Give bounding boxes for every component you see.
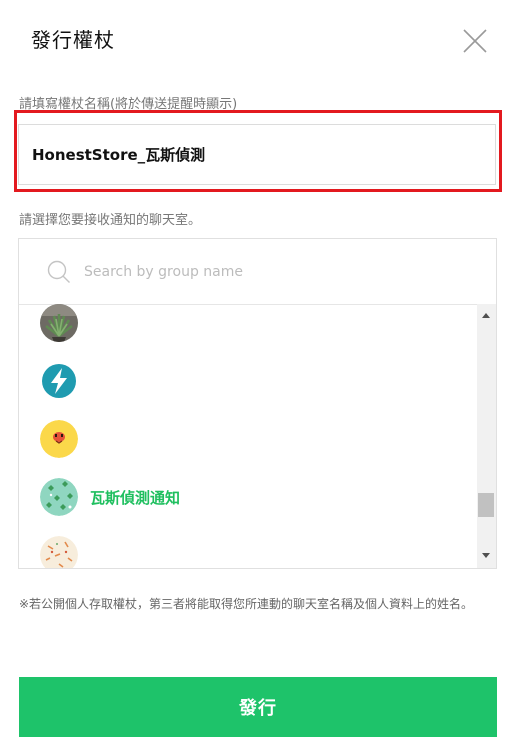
group-list-item[interactable] xyxy=(19,536,477,568)
token-name-label: 請填寫權杖名稱(將於傳送提醒時顯示) xyxy=(19,97,238,112)
group-search-bar xyxy=(19,239,496,305)
list-scrollbar[interactable] xyxy=(477,304,496,568)
scroll-thumb[interactable] xyxy=(478,493,494,517)
scroll-down-arrow-icon[interactable] xyxy=(482,553,490,558)
lightning-bolt-icon xyxy=(40,362,78,400)
token-name-input[interactable] xyxy=(19,125,495,184)
chat-select-label: 請選擇您要接收通知的聊天室。 xyxy=(19,213,202,228)
scroll-up-arrow-icon[interactable] xyxy=(482,313,490,318)
group-list: 瓦斯偵測通知 xyxy=(19,304,477,568)
group-list-item[interactable] xyxy=(19,362,477,420)
plant-photo-avatar xyxy=(40,304,78,342)
issue-button[interactable]: 發行 xyxy=(19,677,497,737)
cream-pattern-avatar xyxy=(40,536,78,568)
teal-leaf-avatar xyxy=(40,478,78,516)
token-name-field[interactable] xyxy=(18,124,496,185)
dialog-title: 發行權杖 xyxy=(31,28,115,52)
privacy-notice: ※若公開個人存取權杖，第三者將能取得您所連動的聊天室名稱及個人資料上的姓名。 xyxy=(19,597,474,611)
group-list-item[interactable] xyxy=(19,420,477,478)
close-icon[interactable] xyxy=(462,28,488,54)
group-list-item[interactable] xyxy=(19,304,477,362)
group-name: 瓦斯偵測通知 xyxy=(90,489,181,507)
group-list-item[interactable]: 瓦斯偵測通知 xyxy=(19,478,477,536)
yellow-chick-avatar xyxy=(40,420,78,458)
group-list-panel: 瓦斯偵測通知 xyxy=(18,238,497,569)
search-icon xyxy=(47,260,70,283)
group-search-input[interactable] xyxy=(82,257,466,287)
